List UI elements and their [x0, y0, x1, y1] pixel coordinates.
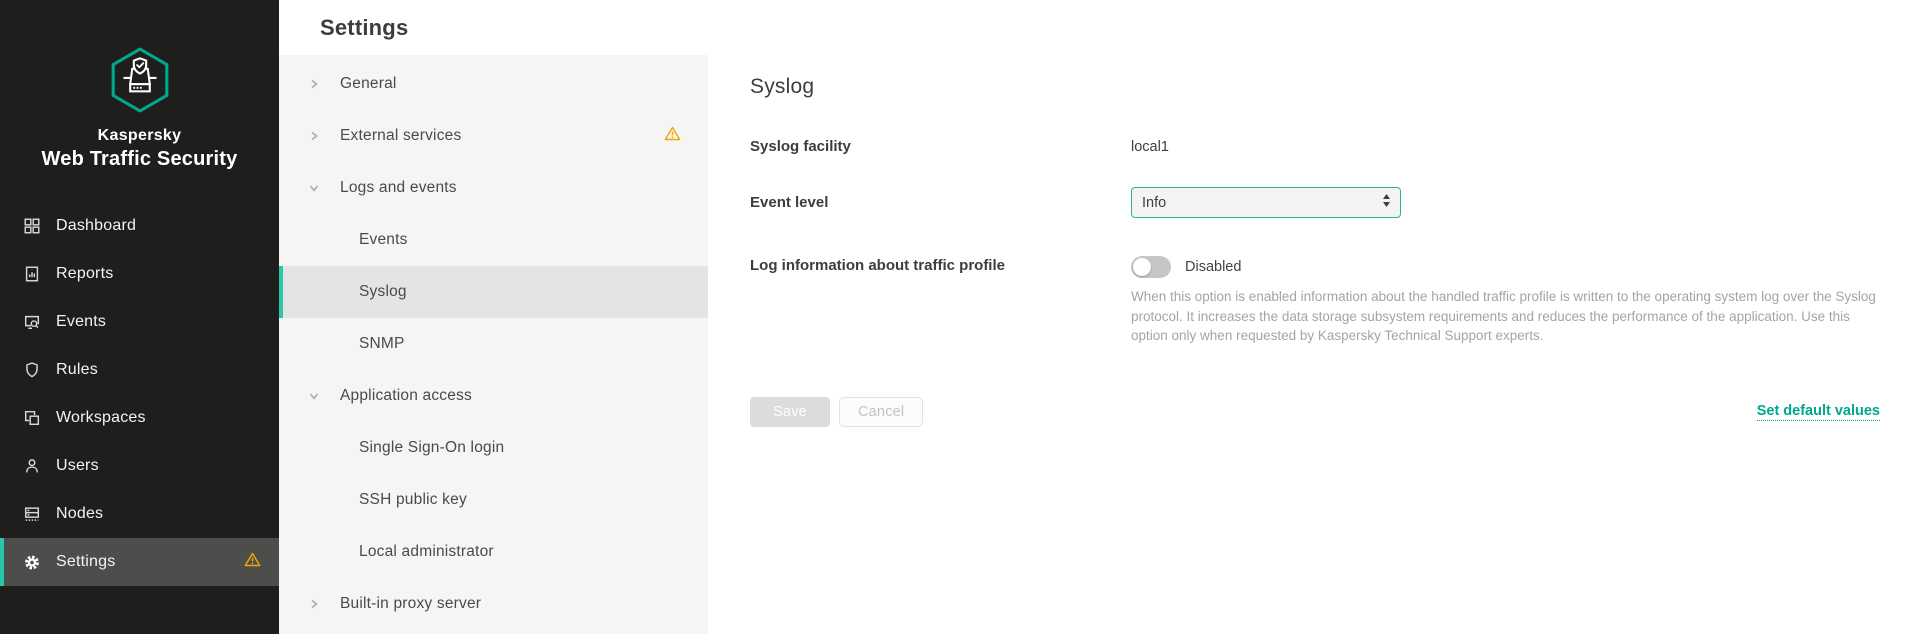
traffic-profile-toggle[interactable]: [1131, 256, 1171, 278]
rules-icon: [23, 361, 41, 379]
warning-triangle-icon: [664, 126, 681, 146]
traffic-profile-description: When this option is enabled information …: [1131, 287, 1880, 346]
sidebar-item-label: Rules: [56, 361, 98, 379]
tree-item-events[interactable]: Events: [279, 214, 708, 266]
sidebar-item-events[interactable]: Events: [0, 298, 279, 346]
section-title: Syslog: [750, 75, 1880, 99]
nodes-icon: [23, 505, 41, 523]
warning-triangle-icon: [244, 552, 261, 572]
chevron-right-icon: [308, 78, 320, 90]
chevron-right-icon: [308, 598, 320, 610]
sidebar-item-label: Dashboard: [56, 217, 136, 235]
page-title: Settings: [320, 15, 408, 41]
sidebar-item-label: Events: [56, 313, 106, 331]
cancel-button[interactable]: Cancel: [839, 397, 923, 427]
tree-item-local-administrator[interactable]: Local administrator: [279, 526, 708, 578]
event-level-selected-value: Info: [1142, 195, 1166, 211]
sidebar-item-label: Nodes: [56, 505, 103, 523]
tree-item-label: General: [340, 75, 397, 93]
toggle-state-text: Disabled: [1185, 259, 1241, 275]
tree-item-label: Built-in proxy server: [340, 595, 481, 613]
gear-icon: [23, 553, 41, 571]
sidebar-item-nodes[interactable]: Nodes: [0, 490, 279, 538]
active-indicator-bar: [0, 538, 4, 586]
brand-name: Kaspersky: [0, 127, 279, 145]
dashboard-icon: [23, 217, 41, 235]
toggle-knob: [1133, 258, 1151, 276]
event-level-row: Event level Info: [750, 187, 1880, 218]
tree-item-ssh-public-key[interactable]: SSH public key: [279, 474, 708, 526]
sidebar: Kaspersky Web Traffic Security Dashboard: [0, 0, 279, 634]
traffic-profile-label: Log information about traffic profile: [750, 256, 1131, 276]
actions-row: Save Cancel Set default values: [750, 397, 1880, 427]
tree-item-label: SNMP: [359, 335, 405, 353]
set-default-values-link[interactable]: Set default values: [1757, 403, 1880, 421]
sidebar-item-label: Reports: [56, 265, 113, 283]
select-arrows-icon: [1382, 193, 1391, 213]
tree-item-label: Logs and events: [340, 179, 457, 197]
event-level-select[interactable]: Info: [1131, 187, 1401, 218]
settings-tree: General External services: [279, 55, 708, 634]
chevron-down-icon: [308, 390, 320, 402]
app-window: Kaspersky Web Traffic Security Dashboard: [0, 0, 1908, 634]
brand-block: Kaspersky Web Traffic Security: [0, 0, 279, 171]
workspaces-icon: [23, 409, 41, 427]
brand-product: Web Traffic Security: [0, 148, 279, 171]
tree-item-external-services[interactable]: External services: [279, 110, 708, 162]
reports-icon: [23, 265, 41, 283]
tree-item-syslog[interactable]: Syslog: [279, 266, 708, 318]
tree-item-application-access[interactable]: Application access: [279, 370, 708, 422]
syslog-facility-label: Syslog facility: [750, 137, 1131, 157]
tree-item-label: Local administrator: [359, 543, 494, 561]
chevron-right-icon: [308, 130, 320, 142]
tree-item-label: Events: [359, 231, 408, 249]
events-icon: [23, 313, 41, 331]
syslog-settings-panel: Syslog Syslog facility local1 Event leve…: [708, 55, 1908, 634]
syslog-facility-row: Syslog facility local1: [750, 137, 1880, 157]
tree-item-label: Single Sign-On login: [359, 439, 504, 457]
tree-item-snmp[interactable]: SNMP: [279, 318, 708, 370]
tree-item-label: Application access: [340, 387, 472, 405]
syslog-facility-value: local1: [1131, 139, 1169, 155]
kaspersky-hexagon-logo-icon: [109, 100, 171, 117]
chevron-down-icon: [308, 182, 320, 194]
selected-indicator-bar: [279, 266, 283, 318]
tree-item-label: SSH public key: [359, 491, 467, 509]
tree-item-built-in-proxy-server[interactable]: Built-in proxy server: [279, 578, 708, 630]
sidebar-item-label: Settings: [56, 553, 115, 571]
save-button[interactable]: Save: [750, 397, 830, 427]
page-header: Settings: [279, 0, 1908, 55]
event-level-label: Event level: [750, 187, 1131, 218]
sidebar-item-workspaces[interactable]: Workspaces: [0, 394, 279, 442]
sidebar-item-users[interactable]: Users: [0, 442, 279, 490]
sidebar-item-dashboard[interactable]: Dashboard: [0, 202, 279, 250]
traffic-profile-row: Log information about traffic profile Di…: [750, 256, 1880, 359]
sidebar-item-label: Workspaces: [56, 409, 146, 427]
users-icon: [23, 457, 41, 475]
sidebar-item-reports[interactable]: Reports: [0, 250, 279, 298]
tree-item-logs-and-events[interactable]: Logs and events: [279, 162, 708, 214]
tree-item-general[interactable]: General: [279, 58, 708, 110]
tree-item-single-sign-on-login[interactable]: Single Sign-On login: [279, 422, 708, 474]
tree-item-label: External services: [340, 127, 461, 145]
tree-item-label: Syslog: [359, 283, 407, 301]
sidebar-nav: Dashboard Reports: [0, 202, 279, 586]
main-area: Settings General External services: [279, 0, 1908, 634]
sidebar-item-settings[interactable]: Settings: [0, 538, 279, 586]
sidebar-item-rules[interactable]: Rules: [0, 346, 279, 394]
sidebar-item-label: Users: [56, 457, 99, 475]
